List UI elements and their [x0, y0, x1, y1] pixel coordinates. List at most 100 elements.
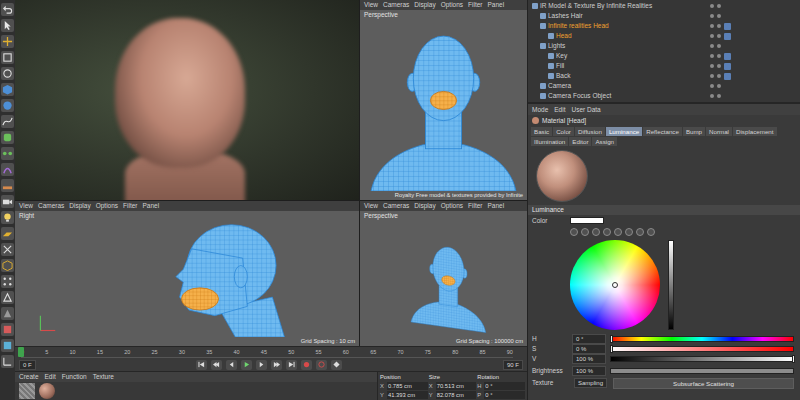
editor-visibility-dot[interactable]	[710, 14, 714, 18]
attribute-tab[interactable]: Bump	[683, 127, 705, 136]
viewport[interactable]: ViewCamerasDisplayOptionsFilterPanelPers…	[360, 0, 527, 200]
pointer-button[interactable]	[1, 19, 14, 32]
polygons-mode-button[interactable]	[1, 307, 14, 320]
attribute-menu-item[interactable]: Mode	[532, 104, 548, 115]
attribute-tab[interactable]: Assign	[592, 137, 617, 146]
slider-field[interactable]: 100 %	[572, 354, 606, 364]
coordinate-field[interactable]: 41.393 cm	[387, 391, 428, 399]
editor-visibility-dot[interactable]	[710, 54, 714, 58]
first-frame-button[interactable]	[196, 360, 207, 370]
autokey-button[interactable]	[316, 360, 327, 370]
model-mode-button[interactable]	[1, 259, 14, 272]
attribute-tab[interactable]: Luminance	[606, 127, 642, 136]
brightness-field[interactable]: 100 %	[572, 366, 606, 376]
render-visibility-dot[interactable]	[717, 54, 721, 58]
last-frame-button[interactable]	[286, 360, 297, 370]
object-row[interactable]: Key	[528, 51, 800, 61]
viewport-canvas[interactable]	[360, 221, 527, 337]
viewport-menu-item[interactable]: View	[19, 201, 33, 211]
viewport[interactable]: ViewCamerasDisplayOptionsFilterPanelPers…	[360, 201, 527, 346]
render-visibility-dot[interactable]	[717, 64, 721, 68]
color-mode-button[interactable]	[636, 228, 644, 236]
value-bar[interactable]	[668, 240, 674, 330]
object-label[interactable]: Infinite realities Head	[548, 21, 609, 31]
viewport-canvas[interactable]	[15, 221, 359, 337]
object-label[interactable]: Key	[556, 51, 567, 61]
color-mode-button[interactable]	[625, 228, 633, 236]
viewport-menu-item[interactable]: View	[364, 201, 378, 211]
attribute-tab[interactable]: Editor	[569, 137, 591, 146]
viewport-menu-item[interactable]: View	[364, 0, 378, 10]
object-label[interactable]: Camera	[548, 81, 571, 91]
material-tag-icon[interactable]	[724, 33, 731, 40]
rotate-button[interactable]	[1, 67, 14, 80]
render-visibility-dot[interactable]	[717, 34, 721, 38]
material-tag-icon[interactable]	[724, 63, 731, 70]
array-button[interactable]	[1, 147, 14, 160]
object-label[interactable]: Lashes Hair	[548, 11, 583, 21]
undo-button[interactable]	[1, 3, 14, 16]
attribute-tab[interactable]: Displacement	[733, 127, 777, 136]
viewport-menu-item[interactable]: Cameras	[383, 0, 409, 10]
previous-key-button[interactable]	[211, 360, 222, 370]
viewport-menu-item[interactable]: Options	[441, 201, 463, 211]
object-row[interactable]: Camera Focus Object	[528, 91, 800, 101]
slider-knob[interactable]	[610, 345, 613, 353]
object-label[interactable]: IR Model & Texture By Infinite Realities	[540, 1, 652, 11]
editor-visibility-dot[interactable]	[710, 34, 714, 38]
object-row[interactable]: Camera	[528, 81, 800, 91]
light-button[interactable]	[1, 211, 14, 224]
slider-field[interactable]: 0 °	[572, 334, 606, 344]
points-mode-button[interactable]	[1, 275, 14, 288]
render-visibility-dot[interactable]	[717, 14, 721, 18]
viewport[interactable]	[15, 0, 359, 200]
object-label[interactable]: Back	[556, 71, 570, 81]
color-mode-button[interactable]	[581, 228, 589, 236]
record-button[interactable]	[301, 360, 312, 370]
color-wheel[interactable]	[570, 240, 660, 330]
editor-visibility-dot[interactable]	[710, 44, 714, 48]
color-swatch[interactable]	[570, 217, 604, 224]
slider-field[interactable]: 0 %	[572, 344, 606, 354]
playhead[interactable]	[18, 347, 24, 357]
slider-track[interactable]	[610, 336, 794, 342]
texture-button[interactable]: Subsurface Scattering	[613, 378, 794, 389]
slider-track[interactable]	[610, 346, 794, 352]
attribute-tab[interactable]: Color	[553, 127, 574, 136]
material-tag-icon[interactable]	[724, 73, 731, 80]
nurbs-button[interactable]	[1, 131, 14, 144]
render-visibility-dot[interactable]	[717, 24, 721, 28]
viewport-menu-item[interactable]: Panel	[143, 201, 160, 211]
head-wireframe[interactable]	[360, 221, 527, 337]
render-visibility-dot[interactable]	[717, 44, 721, 48]
object-row[interactable]: Infinite realities Head	[528, 21, 800, 31]
timeline-ruler[interactable]: 051015202530354045505560657075808590	[21, 347, 513, 358]
attribute-menu-item[interactable]: User Data	[571, 104, 600, 115]
workplane-button[interactable]	[1, 227, 14, 240]
axis-mode-button[interactable]	[1, 355, 14, 368]
material-ball[interactable]	[39, 383, 55, 399]
material-menu-item[interactable]: Texture	[93, 372, 114, 382]
texture-mode-button[interactable]	[1, 339, 14, 352]
color-mode-button[interactable]	[647, 228, 655, 236]
editor-visibility-dot[interactable]	[710, 64, 714, 68]
object-row[interactable]: Lashes Hair	[528, 11, 800, 21]
material-swatch[interactable]	[19, 383, 35, 399]
head-wireframe[interactable]	[15, 221, 359, 337]
spline-button[interactable]	[1, 115, 14, 128]
object-label[interactable]: Head	[556, 31, 572, 41]
viewport-menu-item[interactable]: Filter	[468, 0, 482, 10]
attribute-tab[interactable]: Normal	[706, 127, 732, 136]
object-row[interactable]: IR Model & Texture By Infinite Realities	[528, 1, 800, 11]
object-row[interactable]: Lights	[528, 41, 800, 51]
attribute-tab[interactable]: Illumination	[531, 137, 568, 146]
attribute-tab[interactable]: Diffusion	[575, 127, 605, 136]
viewport-menu-item[interactable]: Display	[414, 0, 435, 10]
scene-button[interactable]	[1, 179, 14, 192]
color-mode-button[interactable]	[592, 228, 600, 236]
scale-button[interactable]	[1, 51, 14, 64]
slider-knob[interactable]	[610, 335, 613, 343]
viewport-canvas[interactable]	[360, 20, 527, 191]
coordinate-field[interactable]: 0.785 cm	[387, 382, 428, 390]
object-row[interactable]: Back	[528, 71, 800, 81]
